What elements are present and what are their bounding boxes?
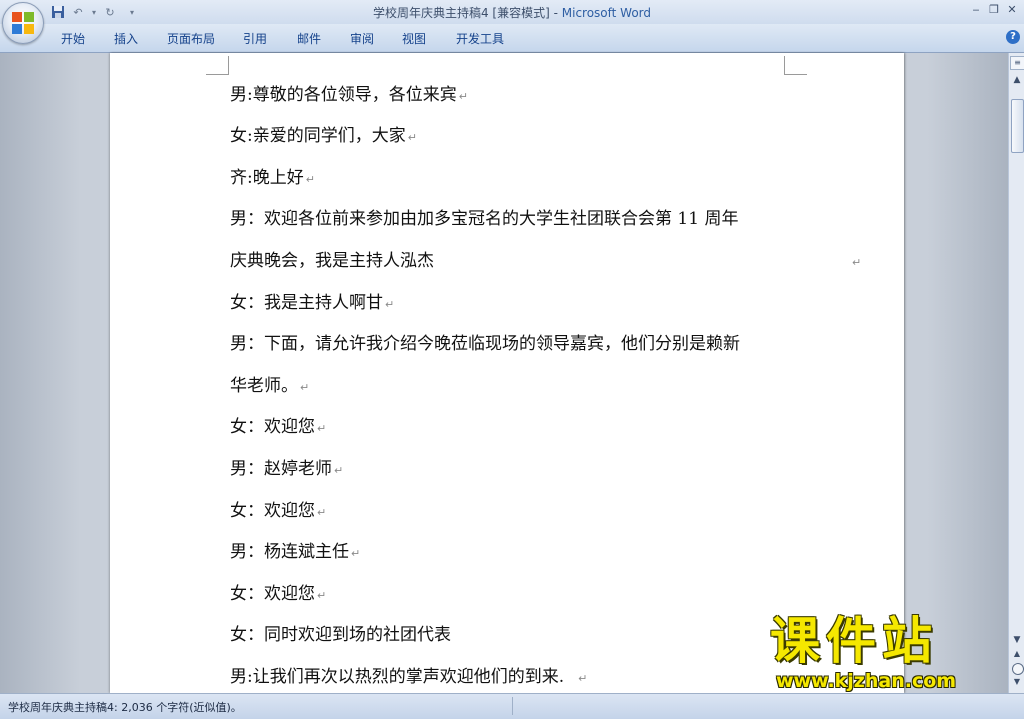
- doc-line: 男:让我们再次以热烈的掌声欢迎他们的到来. ↵: [230, 667, 588, 687]
- crop-mark-left: [206, 56, 229, 75]
- office-logo-icon: [12, 12, 34, 34]
- doc-line: 女：欢迎您 ↵: [230, 417, 327, 437]
- doc-line: 华老师。 ↵: [230, 376, 310, 396]
- document-workspace: 男:尊敬的各位领导，各位来宾 ↵ 女:亲爱的同学们，大家 ↵ 齐:晚上好 ↵ 男：欢迎…: [0, 53, 1008, 693]
- help-icon[interactable]: ?: [1006, 30, 1020, 44]
- tab-view[interactable]: 视图: [402, 30, 426, 47]
- scroll-up-icon[interactable]: ▲: [1010, 73, 1024, 87]
- window-title: 学校周年庆典主持稿4 [兼容模式] - Microsoft Word: [0, 4, 1024, 21]
- tab-home[interactable]: 开始: [61, 30, 85, 47]
- tab-insert[interactable]: 插入: [114, 30, 138, 47]
- app-name: Microsoft Word: [561, 6, 652, 20]
- scroll-thumb[interactable]: [1011, 99, 1024, 153]
- doc-line: 男：下面，请允许我介绍今晚莅临现场的领导嘉宾，他们分别是赖新: [230, 334, 740, 354]
- tab-review[interactable]: 审阅: [350, 30, 374, 47]
- doc-line: 女：我是主持人啊甘 ↵: [230, 293, 395, 313]
- next-page-icon[interactable]: ▼: [1010, 677, 1024, 689]
- doc-line: 女：欢迎您 ↵: [230, 501, 327, 521]
- ribbon-tabs: 开始 插入 页面布局 引用 邮件 审阅 视图 开发工具 ?: [0, 24, 1024, 53]
- document-title: 学校周年庆典主持稿4 [兼容模式] -: [372, 6, 562, 20]
- doc-line: 齐:晚上好 ↵: [230, 168, 315, 188]
- watermark: 课件站 www.kjzhan.com: [770, 612, 1010, 694]
- tab-mailings[interactable]: 邮件: [297, 30, 321, 47]
- document-page[interactable]: 男:尊敬的各位领导，各位来宾 ↵ 女:亲爱的同学们，大家 ↵ 齐:晚上好 ↵ 男：欢迎…: [110, 53, 904, 693]
- doc-line: 女：欢迎您 ↵: [230, 584, 327, 604]
- minimize-icon[interactable]: ‒: [968, 1, 984, 17]
- doc-line: 男：赵婷老师 ↵: [230, 459, 344, 479]
- previous-page-icon[interactable]: ▲: [1010, 649, 1024, 661]
- vertical-scrollbar[interactable]: ≡ ▲ ▼ ▲ ▼: [1008, 53, 1024, 693]
- doc-line: 女:亲爱的同学们，大家 ↵: [230, 126, 417, 146]
- status-word-count[interactable]: 学校周年庆典主持稿4: 2,036 个字符(近似值)。: [8, 699, 242, 715]
- doc-line: 男：欢迎各位前来参加由加多宝冠名的大学生社团联合会第 11 周年: [230, 209, 739, 229]
- tab-developer[interactable]: 开发工具: [456, 30, 504, 47]
- doc-line: 庆典晚会，我是主持人泓杰: [230, 251, 434, 271]
- paragraph-mark: ↵: [852, 256, 862, 269]
- tab-page-layout[interactable]: 页面布局: [167, 30, 215, 47]
- view-ruler-icon[interactable]: ≡: [1010, 56, 1024, 70]
- window-controls: ‒ ❐ ✕: [968, 1, 1020, 17]
- watermark-url: www.kjzhan.com: [776, 670, 957, 692]
- status-bar: 学校周年庆典主持稿4: 2,036 个字符(近似值)。: [0, 693, 1024, 719]
- close-icon[interactable]: ✕: [1004, 1, 1020, 17]
- tab-references[interactable]: 引用: [243, 30, 267, 47]
- status-divider: [512, 697, 513, 715]
- doc-line: 女：同时欢迎到场的社团代表: [230, 625, 451, 645]
- watermark-logo-text: 课件站: [770, 612, 938, 670]
- title-bar: ↶ ▾ ↻ ▾ 学校周年庆典主持稿4 [兼容模式] - Microsoft Wo…: [0, 0, 1024, 24]
- restore-icon[interactable]: ❐: [986, 1, 1002, 17]
- office-button[interactable]: [2, 2, 44, 44]
- doc-line: 男:尊敬的各位领导，各位来宾 ↵: [230, 85, 468, 105]
- crop-mark-right: [784, 56, 807, 75]
- select-browse-object-icon[interactable]: [1012, 663, 1024, 675]
- scroll-down-icon[interactable]: ▼: [1010, 633, 1024, 647]
- doc-line: 男：杨连斌主任 ↵: [230, 542, 361, 562]
